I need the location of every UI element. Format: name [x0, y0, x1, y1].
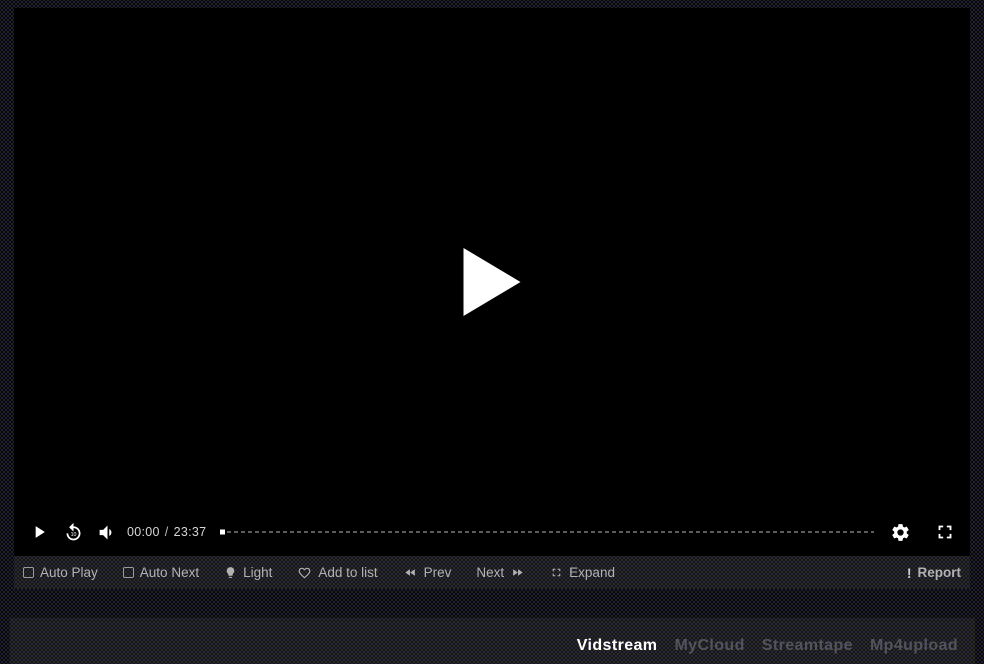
time-duration: 23:37: [174, 525, 207, 539]
fullscreen-icon: [934, 521, 956, 543]
add-to-list-label: Add to list: [318, 565, 377, 580]
next-double-arrow-icon: [510, 566, 525, 579]
play-button[interactable]: [27, 520, 51, 544]
gear-icon: [890, 522, 911, 543]
progress-track: [220, 531, 874, 533]
heart-outline-icon: [297, 566, 312, 580]
server-tab-mycloud[interactable]: MyCloud: [674, 637, 744, 655]
report-label: Report: [918, 565, 962, 580]
time-display: 00:00 / 23:37: [127, 525, 206, 539]
checkbox-icon: [123, 567, 134, 578]
exclamation-icon: !: [907, 566, 912, 580]
time-current: 00:00: [127, 525, 160, 539]
volume-button[interactable]: [95, 520, 119, 544]
player-options-toolbar: Auto Play Auto Next Light Add to list: [14, 556, 970, 589]
prev-episode-button[interactable]: Prev: [403, 565, 452, 580]
auto-next-label: Auto Next: [140, 565, 199, 580]
server-selection-panel: Vidstream MyCloud Streamtape Mp4upload: [10, 618, 975, 664]
page-background: 10 00:00 / 23:37: [0, 0, 984, 664]
next-episode-button[interactable]: Next: [476, 565, 525, 580]
prev-double-arrow-icon: [403, 566, 418, 579]
expand-button[interactable]: Expand: [550, 565, 615, 580]
svg-text:10: 10: [70, 532, 76, 538]
play-icon: [29, 522, 49, 542]
lightbulb-icon: [224, 565, 237, 580]
auto-next-toggle[interactable]: Auto Next: [123, 565, 199, 580]
checkbox-icon: [23, 567, 34, 578]
expand-label: Expand: [569, 565, 615, 580]
light-toggle[interactable]: Light: [224, 565, 272, 580]
report-button[interactable]: ! Report: [907, 565, 961, 580]
prev-label: Prev: [424, 565, 452, 580]
server-tab-streamtape[interactable]: Streamtape: [762, 637, 853, 655]
progress-playhead[interactable]: [220, 530, 225, 535]
time-separator: /: [165, 525, 169, 539]
video-player[interactable]: 10 00:00 / 23:37: [14, 8, 970, 556]
big-play-button[interactable]: [464, 248, 521, 316]
next-label: Next: [476, 565, 504, 580]
volume-up-icon: [97, 522, 118, 543]
auto-play-toggle[interactable]: Auto Play: [23, 565, 98, 580]
light-label: Light: [243, 565, 272, 580]
progress-bar[interactable]: [220, 527, 874, 537]
right-controls: [888, 520, 957, 544]
expand-icon: [550, 566, 563, 579]
add-to-list-button[interactable]: Add to list: [297, 565, 377, 580]
fullscreen-button[interactable]: [933, 520, 957, 544]
replay-10-button[interactable]: 10: [61, 520, 85, 544]
auto-play-label: Auto Play: [40, 565, 98, 580]
replay-10-icon: 10: [63, 522, 84, 543]
player-controls-bar: 10 00:00 / 23:37: [14, 513, 970, 551]
server-tab-vidstream[interactable]: Vidstream: [577, 637, 658, 655]
server-tab-mp4upload[interactable]: Mp4upload: [870, 637, 958, 655]
settings-button[interactable]: [888, 520, 912, 544]
